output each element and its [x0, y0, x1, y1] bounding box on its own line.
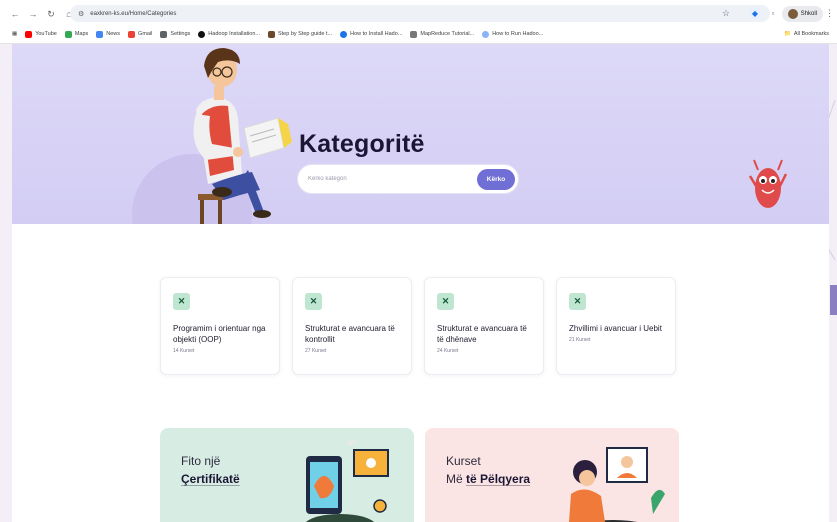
news-icon: [96, 30, 104, 38]
bookmark-star-icon[interactable]: ☆: [722, 8, 730, 19]
bookmark-item[interactable]: MapReduce Tutorial...: [410, 30, 474, 38]
shield-extension-icon[interactable]: ◆: [749, 7, 761, 19]
address-row: ← → ↻ ⌂ ⚙ eaxkren-ks.eu/Home/Categories …: [0, 4, 837, 24]
promo-highlight: të Pëlqyera: [466, 472, 531, 486]
online-learning-illustration: [569, 447, 665, 522]
mascot-illustration: [748, 159, 788, 208]
bookmark-item[interactable]: How to Install Hado...: [340, 30, 402, 38]
cloud-icon: [482, 30, 490, 38]
category-cards: ✕ Programim i orientuar nga objekti (OOP…: [160, 277, 680, 375]
bookmark-item[interactable]: Gmail: [128, 30, 152, 38]
category-title: Programim i orientuar nga objekti (OOP): [173, 324, 266, 344]
promo-line: Më të Pëlqyera: [446, 472, 531, 486]
avatar: [787, 9, 798, 19]
profile-name: Shkoll: [800, 11, 817, 17]
category-course-count: 14 Kurset: [173, 348, 195, 354]
site-icon: [340, 30, 348, 38]
url-bar[interactable]: ⚙ eaxkren-ks.eu/Home/Categories ☆: [70, 5, 770, 22]
bookmark-item[interactable]: News: [96, 30, 120, 38]
reload-icon[interactable]: ↻: [44, 7, 58, 21]
bookmark-item[interactable]: Settings: [160, 30, 190, 38]
reader-illustration: [193, 48, 292, 224]
back-arrow-icon[interactable]: ←: [8, 7, 22, 21]
bookmark-item[interactable]: Maps: [64, 30, 88, 38]
category-course-count: 21 Kurset: [569, 337, 591, 343]
close-x-icon: ✕: [437, 293, 454, 310]
category-card[interactable]: ✕ Zhvillimi i avancuar i Uebit 21 Kurset: [556, 277, 676, 375]
page-viewport: Kategoritë Kërko ✕ Programim i orientuar…: [12, 44, 829, 522]
category-course-count: 24 Kurset: [437, 348, 459, 354]
category-title: Zhvillimi i avancuar i Uebit: [569, 324, 662, 333]
profile-button[interactable]: Shkoll: [781, 6, 823, 22]
site-icon: [410, 30, 418, 38]
menu-kebab-icon[interactable]: ⋮: [825, 8, 834, 19]
page-title: Kategoritë: [299, 130, 425, 158]
site-settings-icon[interactable]: ⚙: [78, 10, 84, 18]
category-card[interactable]: ✕ Programim i orientuar nga objekti (OOP…: [160, 277, 280, 375]
category-title: Strukturat e avancuara të kontrollit: [305, 324, 395, 344]
github-icon: [198, 30, 206, 38]
category-course-count: 27 Kurset: [305, 348, 327, 354]
promo-line: Kurset: [446, 454, 481, 468]
forward-arrow-icon[interactable]: →: [26, 7, 40, 21]
close-x-icon: ✕: [305, 293, 322, 310]
apps-grid-icon[interactable]: ▦: [12, 31, 17, 37]
gmail-icon: [128, 30, 136, 38]
promo-line: Çertifikatë: [181, 472, 240, 486]
url-text: eaxkren-ks.eu/Home/Categories: [90, 10, 177, 17]
folder-icon: 📁: [783, 31, 791, 37]
certificate-promo[interactable]: Fito një Çertifikatë: [160, 428, 414, 522]
maps-icon: [64, 30, 72, 38]
all-bookmarks-button[interactable]: 📁 All Bookmarks: [784, 27, 829, 41]
hero-banner: Kategoritë Kërko: [12, 44, 829, 224]
bookmark-item[interactable]: Step by Step guide t...: [267, 30, 332, 38]
bookmark-item[interactable]: Hadoop Installation...: [198, 30, 260, 38]
certificate-illustration: [306, 440, 389, 522]
bookmark-item[interactable]: YouTube: [25, 30, 57, 38]
settings-icon: [160, 30, 168, 38]
popular-courses-promo[interactable]: Kurset Më të Pëlqyera: [425, 428, 679, 522]
browser-chrome: ← → ↻ ⌂ ⚙ eaxkren-ks.eu/Home/Categories …: [0, 0, 837, 44]
search-box: Kërko: [297, 164, 519, 194]
category-title: Strukturat e avancuara të të dhënave: [437, 324, 527, 344]
category-search-input[interactable]: [308, 176, 468, 182]
site-icon: [267, 30, 275, 38]
close-x-icon: ✕: [569, 293, 586, 310]
extensions-puzzle-icon[interactable]: ▫: [767, 7, 779, 19]
youtube-icon: [25, 30, 33, 38]
category-card[interactable]: ✕ Strukturat e avancuara të kontrollit 2…: [292, 277, 412, 375]
search-button[interactable]: Kërko: [477, 169, 515, 190]
close-x-icon: ✕: [173, 293, 190, 310]
promo-line: Fito një: [181, 454, 221, 468]
bookmark-item[interactable]: How to Run Hadoo...: [482, 30, 543, 38]
extension-icons: ◆ ▫: [749, 7, 779, 19]
category-card[interactable]: ✕ Strukturat e avancuara të të dhënave 2…: [424, 277, 544, 375]
promo-highlight: Çertifikatë: [181, 472, 240, 486]
bookmarks-bar: ▦ YouTube Maps News Gmail Settings Hadoo…: [0, 27, 837, 41]
